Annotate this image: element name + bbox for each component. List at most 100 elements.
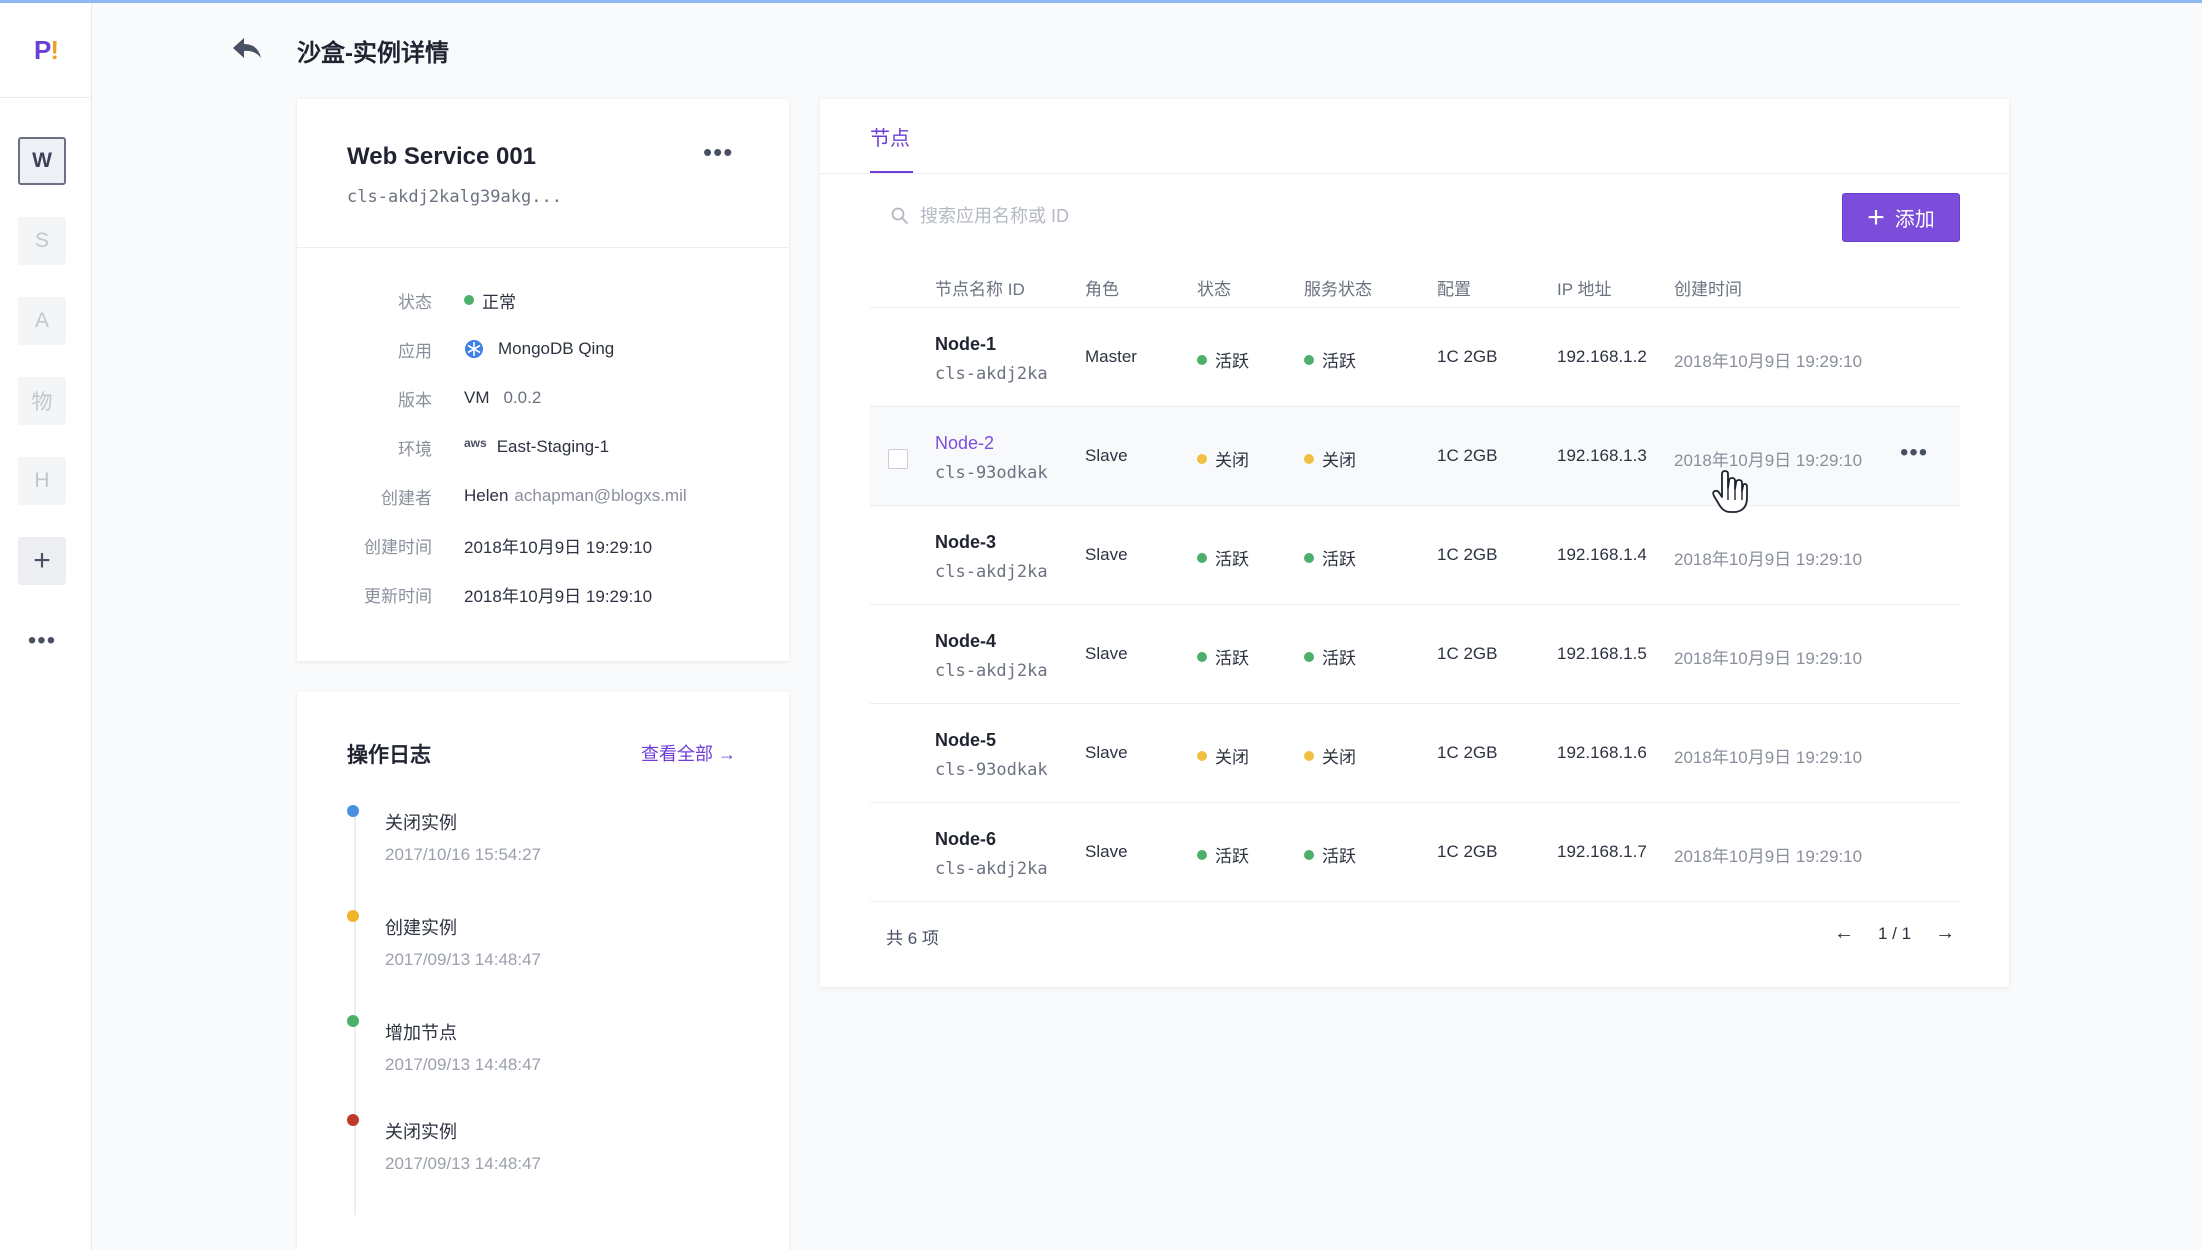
created-row: 创建时间 2018年10月9日 19:29:10 <box>297 530 789 560</box>
node-config: 1C 2GB <box>1437 842 1498 861</box>
workspace-w[interactable]: W <box>18 137 66 185</box>
node-name: Node-3 <box>935 532 997 552</box>
node-role: Slave <box>1085 545 1128 564</box>
node-ip: 192.168.1.2 <box>1557 347 1647 366</box>
created-value: 2018年10月9日 19:29:10 <box>464 537 653 557</box>
log-dot <box>347 910 359 922</box>
log-action: 增加节点 <box>385 1023 457 1043</box>
status-dot <box>464 295 474 305</box>
status-text: 关闭 <box>1215 748 1249 767</box>
node-ip: 192.168.1.3 <box>1557 446 1647 465</box>
status-value: 正常 <box>464 288 516 313</box>
more-workspaces-button[interactable]: ••• <box>18 617 66 665</box>
app-logo[interactable]: P! <box>0 3 92 98</box>
table-row[interactable]: Node-5 cls-93odkak Slave 关闭 关闭 1C 2GB 19… <box>870 704 1960 803</box>
node-ip: 192.168.1.6 <box>1557 743 1647 762</box>
status-dot <box>1197 750 1207 761</box>
node-status: 活跃 <box>1197 644 1249 669</box>
table-row[interactable]: Node-6 cls-akdj2ka Slave 活跃 活跃 1C 2GB 19… <box>870 803 1960 902</box>
node-created: 2018年10月9日 19:29:10 <box>1674 550 1863 569</box>
node-service-status: 活跃 <box>1304 347 1356 372</box>
version-value: VM 0.0.2 <box>464 388 541 408</box>
status-dot <box>1197 849 1207 860</box>
column-header-name: 节点名称 ID <box>935 280 1025 299</box>
node-id: cls-akdj2ka <box>935 562 1048 582</box>
status-dot <box>1304 552 1314 563</box>
node-config: 1C 2GB <box>1437 347 1498 366</box>
total-count: 共 6 项 <box>886 929 939 948</box>
status-dot <box>1304 651 1314 662</box>
table-row[interactable]: Node-3 cls-akdj2ka Slave 活跃 活跃 1C 2GB 19… <box>870 506 1960 605</box>
updated-label: 更新时间 <box>364 586 432 606</box>
node-id: cls-akdj2ka <box>935 364 1048 384</box>
workspace-h[interactable]: H <box>18 457 66 505</box>
log-dot <box>347 1114 359 1126</box>
column-header-ip: IP 地址 <box>1557 280 1612 299</box>
env-value: aws East-Staging-1 <box>464 436 609 457</box>
env-row: 环境 aws East-Staging-1 <box>297 432 789 462</box>
instance-id: cls-akdj2kalg39akg... <box>347 187 562 207</box>
log-title: 操作日志 <box>347 744 431 767</box>
workspace-a[interactable]: A <box>18 297 66 345</box>
instance-name: Web Service 001 <box>347 143 537 170</box>
status-text: 活跃 <box>1215 847 1249 866</box>
node-created: 2018年10月9日 19:29:10 <box>1674 748 1863 767</box>
node-service-status: 关闭 <box>1304 446 1356 471</box>
workspace-wu[interactable]: 物 <box>18 377 66 425</box>
add-node-button[interactable]: + 添加 <box>1842 193 1960 242</box>
hand-cursor-icon <box>1712 470 1748 513</box>
add-button-label: 添加 <box>1894 209 1935 231</box>
status-text: 正常 <box>482 292 516 312</box>
row-checkbox[interactable] <box>888 449 908 469</box>
search-input[interactable] <box>920 199 1520 233</box>
page-title: 沙盒-实例详情 <box>297 40 449 67</box>
node-created: 2018年10月9日 19:29:10 <box>1674 847 1863 866</box>
status-text: 活跃 <box>1215 649 1249 668</box>
table-row[interactable]: Node-2 cls-93odkak Slave 关闭 关闭 1C 2GB 19… <box>870 407 1960 506</box>
pagination: ← 1 / 1 → <box>1834 922 1955 945</box>
back-arrow-icon[interactable] <box>230 34 264 64</box>
node-config: 1C 2GB <box>1437 743 1498 762</box>
node-role: Master <box>1085 347 1137 366</box>
node-status: 关闭 <box>1197 743 1249 768</box>
instance-more-button[interactable]: ••• <box>703 137 733 168</box>
node-role: Slave <box>1085 644 1128 663</box>
app-value[interactable]: MongoDB Qing <box>464 339 614 359</box>
tab-nodes[interactable]: 节点 <box>870 122 910 151</box>
node-id: cls-akdj2ka <box>935 661 1048 681</box>
log-dot <box>347 805 359 817</box>
table-row[interactable]: Node-4 cls-akdj2ka Slave 活跃 活跃 1C 2GB 19… <box>870 605 1960 704</box>
table-header: 节点名称 ID 角色 状态 服务状态 配置 IP 地址 创建时间 <box>870 262 1960 308</box>
workspace-s[interactable]: S <box>18 217 66 265</box>
row-more-button[interactable]: ••• <box>1900 439 1928 467</box>
node-status: 活跃 <box>1197 842 1249 867</box>
node-created: 2018年10月9日 19:29:10 <box>1674 649 1863 668</box>
instance-info-card: Web Service 001 cls-akdj2kalg39akg... ••… <box>297 99 789 661</box>
divider <box>297 247 789 248</box>
creator-email[interactable]: achapman@blogxs.mil <box>514 486 686 506</box>
next-page-button[interactable]: → <box>1935 922 1955 945</box>
prev-page-button[interactable]: ← <box>1834 922 1854 945</box>
creator-row: 创建者 Helen achapman@blogxs.mil <box>297 481 789 511</box>
mongodb-icon <box>465 340 483 358</box>
log-time: 2017/10/16 15:54:27 <box>385 845 541 864</box>
table-row[interactable]: Node-1 cls-akdj2ka Master 活跃 活跃 1C 2GB 1… <box>870 308 1960 407</box>
status-dot <box>1304 453 1314 464</box>
creator-name: Helen <box>464 486 509 505</box>
service-status-text: 关闭 <box>1322 748 1356 767</box>
tabs-divider <box>820 173 2009 174</box>
node-name: Node-6 <box>935 829 997 849</box>
operation-log-card: 操作日志 查看全部 → 关闭实例 2017/10/16 15:54:27 创建实… <box>297 692 789 1250</box>
node-name[interactable]: Node-2 <box>935 433 994 454</box>
node-id: cls-93odkak <box>935 760 1048 780</box>
aws-icon: aws <box>464 436 487 450</box>
node-status: 活跃 <box>1197 347 1249 372</box>
column-header-service: 服务状态 <box>1304 280 1372 299</box>
status-text: 活跃 <box>1215 550 1249 569</box>
node-ip: 192.168.1.7 <box>1557 842 1647 861</box>
node-id: cls-93odkak <box>935 463 1048 483</box>
view-all-link[interactable]: 查看全部 → <box>641 740 736 766</box>
column-header-config: 配置 <box>1437 280 1471 299</box>
add-workspace-button[interactable]: + <box>18 537 66 585</box>
more-icon: ••• <box>703 137 734 167</box>
